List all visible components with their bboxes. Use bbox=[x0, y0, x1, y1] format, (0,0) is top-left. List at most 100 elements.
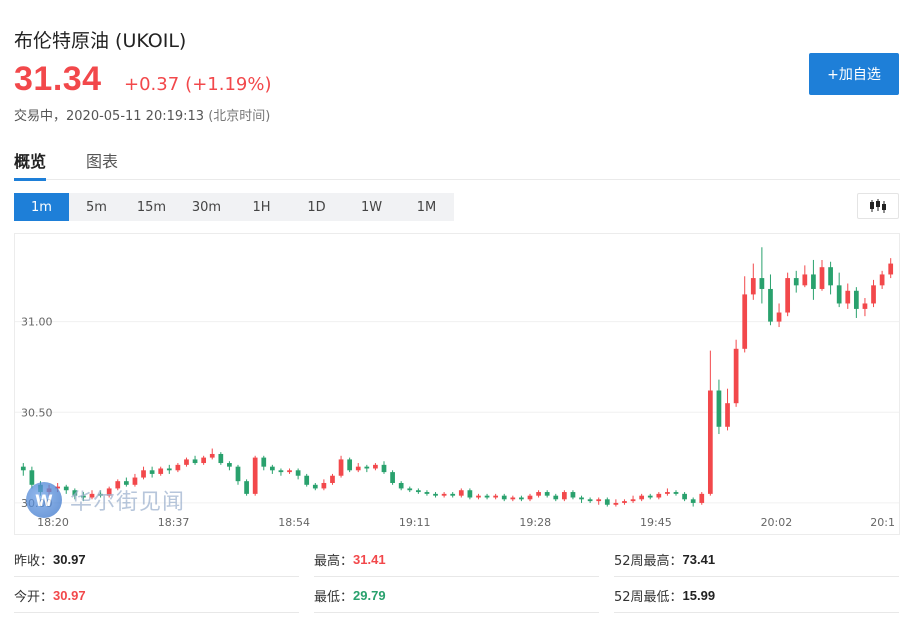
candle-body bbox=[742, 294, 748, 349]
candle-body bbox=[424, 492, 430, 494]
candle-body bbox=[519, 497, 524, 500]
candle-body bbox=[158, 468, 164, 474]
stat-value: 15.99 bbox=[682, 588, 716, 603]
candle-body bbox=[759, 278, 765, 289]
candle-body bbox=[716, 390, 722, 427]
candle-body bbox=[690, 499, 696, 503]
candle-body bbox=[338, 459, 344, 476]
candle-body bbox=[733, 348, 739, 404]
candle-body bbox=[604, 499, 610, 505]
period-1mo[interactable]: 1M bbox=[399, 193, 454, 221]
chart-type-button[interactable] bbox=[857, 193, 899, 219]
candle-body bbox=[441, 493, 447, 496]
candle-body bbox=[295, 470, 301, 476]
stat-high: 最高： 31.41 bbox=[314, 543, 599, 577]
candle-body bbox=[407, 488, 413, 491]
stat-value: 30.97 bbox=[53, 552, 86, 567]
candle-body bbox=[553, 495, 559, 500]
period-selector: 1m 5m 15m 30m 1H 1D 1W 1M bbox=[14, 193, 454, 221]
candle-body bbox=[527, 495, 533, 500]
stat-label: 最高： bbox=[314, 554, 354, 569]
candle-body bbox=[665, 492, 670, 494]
stat-open: 今开： 30.97 bbox=[14, 579, 299, 613]
period-1w[interactable]: 1W bbox=[344, 193, 399, 221]
watermark-logo: W bbox=[26, 482, 62, 518]
candle-body bbox=[647, 495, 653, 498]
period-1h[interactable]: 1H bbox=[234, 193, 289, 221]
candle-body bbox=[570, 492, 576, 498]
candle-body bbox=[561, 492, 567, 500]
candle-body bbox=[768, 288, 773, 322]
candle-body bbox=[587, 499, 593, 502]
candle-body bbox=[312, 484, 318, 489]
candle-body bbox=[707, 390, 713, 494]
stat-value: 29.79 bbox=[353, 588, 386, 603]
candle-body bbox=[184, 459, 189, 465]
candle-body bbox=[862, 303, 868, 309]
candle-body bbox=[381, 464, 387, 473]
candle-body bbox=[639, 495, 645, 500]
status-text: 交易中，2020-05-11 20:19:13 bbox=[14, 109, 205, 124]
candle-body bbox=[510, 497, 516, 500]
candle-body bbox=[622, 501, 627, 503]
candle-body bbox=[20, 466, 26, 471]
candle-body bbox=[802, 274, 808, 286]
candle-body bbox=[390, 472, 395, 483]
candle-body bbox=[192, 459, 198, 464]
period-5m[interactable]: 5m bbox=[69, 193, 124, 221]
candle-body bbox=[544, 492, 550, 496]
candle-body bbox=[467, 490, 473, 498]
candle-body bbox=[261, 457, 267, 467]
candle-body bbox=[166, 468, 172, 471]
tab-overview[interactable]: 概览 bbox=[14, 148, 47, 181]
candle-body bbox=[355, 466, 361, 471]
stat-prev-close: 昨收： 30.97 bbox=[14, 543, 299, 577]
candle-body bbox=[201, 457, 207, 464]
candle-body bbox=[458, 490, 464, 496]
stat-value: 30.97 bbox=[53, 588, 86, 603]
candle-body bbox=[811, 274, 816, 289]
period-15m[interactable]: 15m bbox=[124, 193, 179, 221]
candle-body bbox=[476, 495, 481, 498]
candle-body bbox=[415, 490, 421, 493]
stat-label: 昨收： bbox=[14, 554, 54, 569]
candle-body bbox=[235, 466, 241, 482]
candle-body bbox=[501, 495, 507, 500]
tab-bar: 概览 图表 bbox=[14, 148, 900, 181]
period-1m[interactable]: 1m bbox=[14, 193, 69, 221]
x-tick-label: 19:45 bbox=[640, 516, 672, 529]
candle-body bbox=[596, 499, 602, 502]
candle-body bbox=[845, 290, 851, 304]
candle-body bbox=[278, 470, 284, 473]
candle-body bbox=[330, 475, 335, 483]
add-to-watchlist-button[interactable]: +加自选 bbox=[809, 53, 899, 95]
candle-body bbox=[287, 470, 292, 473]
candle-body bbox=[673, 492, 679, 494]
candle-body bbox=[304, 475, 310, 485]
watermark: W 华尔街见闻 bbox=[26, 482, 185, 518]
period-1d[interactable]: 1D bbox=[289, 193, 344, 221]
period-30m[interactable]: 30m bbox=[179, 193, 234, 221]
timezone-label: (北京时间) bbox=[208, 109, 271, 124]
candle-body bbox=[879, 274, 885, 286]
candle-body bbox=[656, 493, 662, 498]
candle-body bbox=[347, 459, 353, 471]
candle-body bbox=[699, 493, 705, 503]
y-tick-label: 30.50 bbox=[21, 406, 53, 419]
instrument-title: 布伦特原油 (UKOIL) bbox=[14, 30, 187, 52]
tab-chart[interactable]: 图表 bbox=[86, 148, 118, 172]
candle-body bbox=[269, 466, 275, 471]
price-change: +0.37 (+1.19%) bbox=[124, 74, 271, 95]
candle-body bbox=[836, 285, 842, 304]
candle-body bbox=[175, 464, 181, 471]
candle-body bbox=[493, 495, 499, 498]
stat-52w-high: 52周最高： 73.41 bbox=[614, 543, 899, 577]
candle-body bbox=[750, 278, 756, 295]
candle-body bbox=[484, 495, 490, 498]
stat-label: 52周最低： bbox=[614, 590, 683, 605]
candle-body bbox=[218, 453, 224, 464]
candle-body bbox=[630, 499, 636, 502]
x-tick-label: 18:54 bbox=[278, 516, 310, 529]
candle-body bbox=[828, 267, 833, 286]
candlestick-icon bbox=[870, 199, 886, 213]
